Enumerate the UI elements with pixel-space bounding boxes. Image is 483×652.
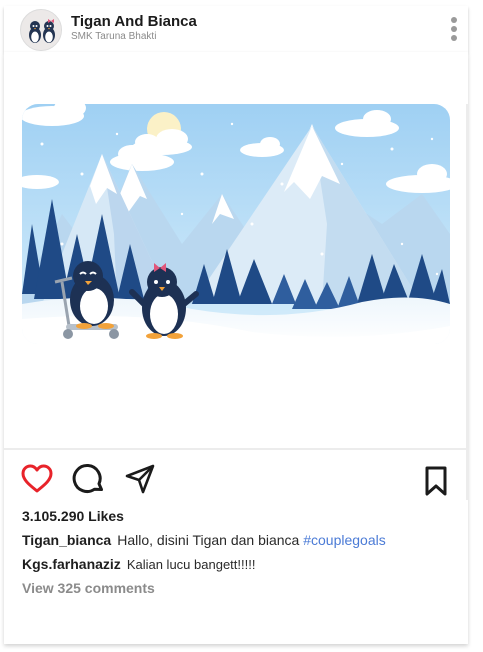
- send-icon: [125, 464, 155, 494]
- winter-penguins-illustration: [22, 104, 450, 344]
- comment-icon: [72, 464, 103, 493]
- comment-text: Kalian lucu bangett!!!!!: [126, 557, 256, 572]
- divider: [466, 104, 468, 500]
- more-options-button[interactable]: [444, 14, 464, 44]
- caption: Tigan_bianca Hallo, disini Tigan dan bian…: [22, 532, 386, 548]
- comment-preview: Kgs.farhanaziz Kalian lucu bangett!!!!!: [22, 556, 255, 572]
- caption-text: Hallo, disini Tigan dan bianca: [117, 532, 300, 548]
- view-comments-link[interactable]: View 325 comments: [22, 580, 155, 596]
- divider: [4, 448, 468, 450]
- comment-username[interactable]: Kgs.farhanaziz: [22, 556, 121, 572]
- account-subtitle: SMK Taruna Bhakti: [71, 31, 157, 42]
- avatar[interactable]: [20, 9, 62, 51]
- post-card: 3.105.290 Likes Tigan_bianca Hallo, disin…: [4, 52, 468, 644]
- penguin-couple-avatar: [21, 10, 61, 50]
- share-button[interactable]: [123, 462, 157, 496]
- save-button[interactable]: [422, 465, 450, 497]
- account-name[interactable]: Tigan And Bianca: [71, 13, 197, 30]
- like-count[interactable]: 3.105.290 Likes: [22, 508, 124, 524]
- hashtag-link[interactable]: #couplegoals: [303, 532, 386, 548]
- heart-icon: [21, 464, 53, 493]
- post-image[interactable]: [22, 104, 450, 344]
- more-vertical-icon: [451, 17, 457, 41]
- like-button[interactable]: [20, 462, 54, 496]
- comment-button[interactable]: [72, 462, 106, 496]
- post-header: Tigan And Bianca SMK Taruna Bhakti: [4, 6, 468, 52]
- caption-username[interactable]: Tigan_bianca: [22, 532, 111, 548]
- bookmark-icon: [425, 466, 447, 496]
